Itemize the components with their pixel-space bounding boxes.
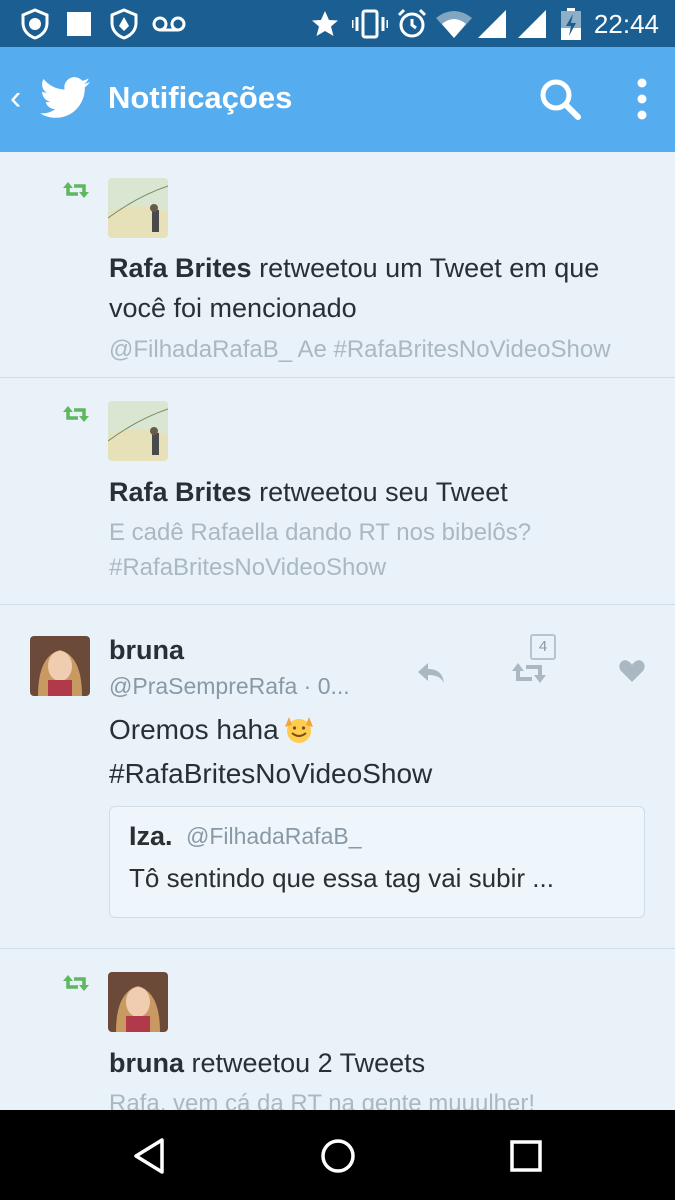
raised-hands-emoji-icon bbox=[284, 717, 313, 743]
voicemail-icon bbox=[152, 8, 186, 40]
app-bar: ‹ Notificações bbox=[0, 47, 675, 152]
signal-icon bbox=[478, 8, 506, 40]
tweet-author-handle: @PraSempreRafa · 0... bbox=[109, 673, 350, 699]
retweet-icon bbox=[63, 406, 89, 422]
back-chevron-icon[interactable]: ‹ bbox=[10, 81, 21, 115]
system-nav-bar bbox=[0, 1110, 675, 1200]
battery-charging-icon bbox=[560, 8, 582, 40]
avatar[interactable] bbox=[30, 636, 90, 696]
alarm-icon bbox=[396, 8, 428, 40]
more-vertical-icon[interactable] bbox=[626, 75, 658, 123]
status-bar: 22:44 bbox=[0, 0, 675, 47]
vpn-shield-icon bbox=[108, 8, 140, 40]
home-circle-icon[interactable] bbox=[318, 1136, 358, 1176]
notification-item[interactable]: bruna retweetou 2 Tweets Rafa, vem cá da… bbox=[0, 948, 675, 1110]
notification-list[interactable]: Rafa Brites retweetou um Tweet em que vo… bbox=[0, 152, 675, 1110]
notification-item[interactable]: Rafa Brites retweetou um Tweet em que vo… bbox=[0, 152, 675, 378]
tweet-body: Oremos haha #RafaBritesNoVideoShow bbox=[109, 708, 651, 796]
tweet-author-name[interactable]: bruna bbox=[109, 634, 184, 666]
quote-author-handle: @FilhadaRafaB_ bbox=[186, 823, 362, 849]
notification-action: retweetou seu Tweet bbox=[259, 477, 508, 507]
avatar[interactable] bbox=[108, 178, 168, 238]
retweet-icon bbox=[63, 182, 89, 198]
signal-icon bbox=[518, 8, 546, 40]
notification-text: Rafa Brites retweetou seu Tweet bbox=[109, 472, 655, 512]
notification-text: bruna retweetou 2 Tweets bbox=[109, 1043, 655, 1083]
retweet-icon bbox=[63, 975, 89, 991]
recents-square-icon[interactable] bbox=[506, 1136, 546, 1176]
retweet-count-badge: 4 bbox=[530, 634, 556, 660]
shield-badge-icon bbox=[18, 8, 52, 40]
notification-preview: Rafa, vem cá da RT na gente muuulher! bbox=[109, 1090, 536, 1110]
vibrate-icon bbox=[352, 8, 388, 40]
quote-author-name: Iza. bbox=[129, 821, 173, 851]
notification-user[interactable]: bruna bbox=[109, 1048, 184, 1078]
avatar[interactable] bbox=[108, 972, 168, 1032]
notification-action: retweetou 2 Tweets bbox=[191, 1048, 426, 1078]
notification-text: Rafa Brites retweetou um Tweet em que vo… bbox=[109, 248, 655, 328]
reply-icon[interactable] bbox=[416, 658, 446, 688]
retweet-action-icon[interactable] bbox=[510, 658, 548, 688]
wifi-icon bbox=[436, 8, 472, 40]
quoted-tweet[interactable]: Iza. @FilhadaRafaB_ Tô sentindo que essa… bbox=[109, 806, 645, 918]
notification-user[interactable]: Rafa Brites bbox=[109, 477, 252, 507]
star-icon bbox=[310, 8, 340, 40]
notification-user[interactable]: Rafa Brites bbox=[109, 253, 252, 283]
heart-icon[interactable] bbox=[619, 656, 645, 686]
quote-text: Tô sentindo que essa tag vai subir ... bbox=[129, 863, 554, 893]
twitter-bird-icon bbox=[40, 77, 90, 118]
tweet-body-line: Oremos haha bbox=[109, 714, 279, 745]
search-icon[interactable] bbox=[536, 75, 584, 123]
notification-preview: E cadê Rafaella dando RT nos bibelôs? #R… bbox=[109, 519, 532, 581]
tweet-hashtag[interactable]: #RafaBritesNoVideoShow bbox=[109, 758, 432, 789]
notification-preview: @FilhadaRafaB_ Ae #RafaBritesNoVideoShow bbox=[109, 336, 611, 363]
back-triangle-icon[interactable] bbox=[130, 1136, 170, 1176]
square-icon bbox=[66, 8, 92, 40]
notification-item[interactable]: Rafa Brites retweetou seu Tweet E cadê R… bbox=[0, 378, 675, 605]
avatar[interactable] bbox=[108, 401, 168, 461]
status-time: 22:44 bbox=[593, 9, 659, 39]
page-title: Notificações bbox=[108, 80, 293, 115]
